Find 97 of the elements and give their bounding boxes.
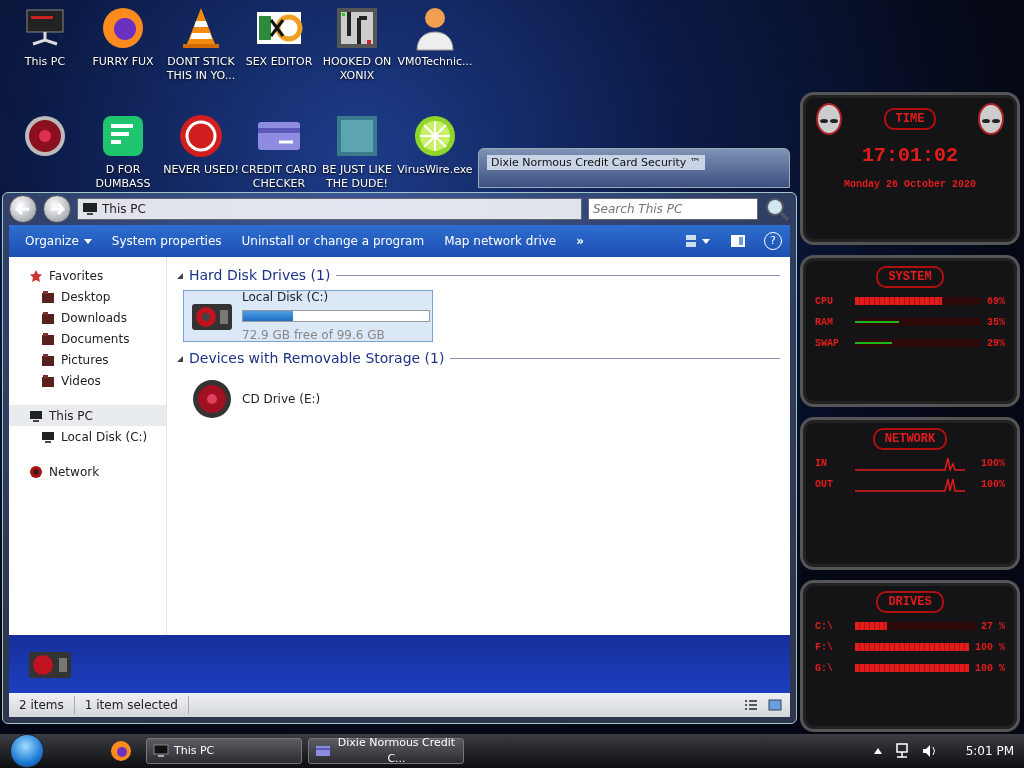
- sidebar-item[interactable]: Pictures: [9, 349, 166, 370]
- icon-label[interactable]: HOOKED ON XONIX: [318, 55, 396, 83]
- left-arrow-icon: [15, 201, 31, 217]
- meter-label: OUT: [815, 478, 834, 492]
- sidebar-item[interactable]: This PC: [9, 405, 166, 426]
- toolbar-button[interactable]: Uninstall or change a program: [233, 228, 433, 254]
- address-bar[interactable]: This PC: [77, 198, 582, 220]
- status-text: 2 items: [9, 696, 75, 714]
- tiles-view-icon[interactable]: [768, 699, 782, 711]
- star-icon: [29, 268, 43, 283]
- address-text: This PC: [102, 201, 146, 218]
- meter-label: IN: [815, 457, 828, 471]
- icon-label[interactable]: CREDIT CARD CHECKER: [240, 163, 318, 191]
- meter-label: G:\: [815, 661, 834, 676]
- group-heading: Hard Disk Drives (1): [189, 266, 331, 285]
- right-arrow-icon: [49, 201, 65, 217]
- drive-item[interactable]: CD Drive (E:): [183, 373, 433, 425]
- caret-icon: [702, 238, 710, 244]
- more-button[interactable]: »: [568, 228, 592, 254]
- icon-label[interactable]: BE JUST LIKE THE DUDE!: [318, 163, 396, 191]
- details-view-icon[interactable]: [744, 699, 758, 711]
- pane-icon: [730, 234, 746, 248]
- meter-label: F:\: [815, 640, 834, 655]
- toolbar-button[interactable]: System properties: [103, 228, 230, 254]
- meter-reading: 100 %: [975, 661, 1005, 676]
- gadget-title: SYSTEM: [876, 265, 944, 288]
- pc-icon: [29, 408, 43, 423]
- ring-icon[interactable]: [177, 112, 225, 160]
- collapse-icon[interactable]: [177, 355, 183, 362]
- sidebar-item[interactable]: Downloads: [9, 307, 166, 328]
- pc-icon: [41, 429, 55, 444]
- icon-label[interactable]: This PC: [24, 55, 66, 69]
- meter-reading: 100%: [981, 478, 1005, 492]
- icon-label[interactable]: NEVER USED!: [163, 163, 239, 177]
- folder-icon: [41, 331, 55, 346]
- status-text: 1 item selected: [74, 696, 189, 714]
- caret-icon: [83, 238, 92, 244]
- sidebar-item[interactable]: Videos: [9, 370, 166, 391]
- folder-icon: [41, 352, 55, 367]
- meter-reading: 100 %: [975, 640, 1005, 655]
- taskbar-button[interactable]: Dixie Normous Credit C...: [308, 738, 464, 764]
- folder-icon: [41, 310, 55, 325]
- start-button[interactable]: [10, 734, 44, 768]
- meter-reading: 35%: [987, 315, 1005, 330]
- up-arrow-icon[interactable]: [873, 748, 882, 754]
- folder-icon: [41, 289, 55, 304]
- collapse-icon[interactable]: [177, 272, 183, 279]
- alien-head-icon: [815, 103, 843, 135]
- credit-card-icon: [315, 745, 331, 757]
- folder-icon: [41, 373, 55, 388]
- taskbar-button[interactable]: This PC: [146, 738, 302, 764]
- clock-text: 17:01:02: [862, 143, 958, 169]
- icon-label[interactable]: FURRY FUX: [92, 55, 154, 69]
- search-field[interactable]: Search This PC: [588, 198, 758, 220]
- free-space-text: 72.9 GB free of 99.6 GB: [242, 327, 386, 344]
- back-button[interactable]: [9, 195, 37, 223]
- speaker-icon[interactable]: [921, 743, 938, 759]
- gadget-title: DRIVES: [876, 590, 944, 613]
- icon-label[interactable]: SEX EDITOR: [245, 55, 313, 69]
- globe-icon[interactable]: [110, 740, 132, 762]
- view-icon: [685, 234, 697, 248]
- sidebar-item[interactable]: Favorites: [9, 265, 166, 286]
- meter-label: CPU: [815, 294, 834, 309]
- sidebar-item[interactable]: Network: [9, 461, 166, 482]
- meter-reading: 100%: [981, 457, 1005, 471]
- taskbar-clock[interactable]: 5:01 PM: [965, 742, 1014, 760]
- toolbar-button[interactable]: Map network drive: [436, 228, 565, 254]
- icon-label[interactable]: DONT STICK THIS IN YO...: [162, 55, 240, 83]
- search-icon[interactable]: [764, 196, 790, 222]
- meter-label: SWAP: [815, 336, 840, 351]
- meter-reading: 69%: [987, 294, 1005, 309]
- alien-head-icon: [977, 103, 1005, 135]
- drive-name: CD Drive (E:): [242, 391, 321, 408]
- icon-label[interactable]: D FOR DUMBASS: [84, 163, 162, 191]
- date-text: Monday 26 October 2020: [844, 178, 976, 192]
- toolbar-button[interactable]: Organize: [17, 228, 100, 254]
- meter-reading: 29%: [987, 336, 1005, 351]
- meter-label: RAM: [815, 315, 834, 330]
- window-title: Dixie Normous Credit Card Security ™: [487, 155, 705, 170]
- monitor-icon: [82, 202, 98, 216]
- network-icon[interactable]: [893, 743, 910, 759]
- sidebar-item[interactable]: Desktop: [9, 286, 166, 307]
- icon-label[interactable]: VM0Technic...: [397, 55, 473, 69]
- disc-drive-icon: [190, 377, 234, 421]
- gadget-title: TIME: [883, 108, 937, 130]
- meter-label: C:\: [815, 619, 834, 634]
- monitor-icon: [153, 744, 169, 758]
- icon-label[interactable]: VirusWire.exe: [397, 163, 473, 177]
- group-heading: Devices with Removable Storage (1): [189, 349, 445, 368]
- gadget-title: NETWORK: [872, 428, 948, 450]
- sidebar-item[interactable]: Documents: [9, 328, 166, 349]
- network-icon: [29, 464, 43, 479]
- forward-button[interactable]: [43, 195, 71, 223]
- sidebar-item[interactable]: Local Disk (C:): [9, 426, 166, 447]
- drive-item[interactable]: Local Disk (C:) 72.9 GB free of 99.6 GB: [183, 290, 433, 342]
- drive-name: Local Disk (C:): [242, 289, 330, 306]
- meter-reading: 27 %: [981, 619, 1005, 634]
